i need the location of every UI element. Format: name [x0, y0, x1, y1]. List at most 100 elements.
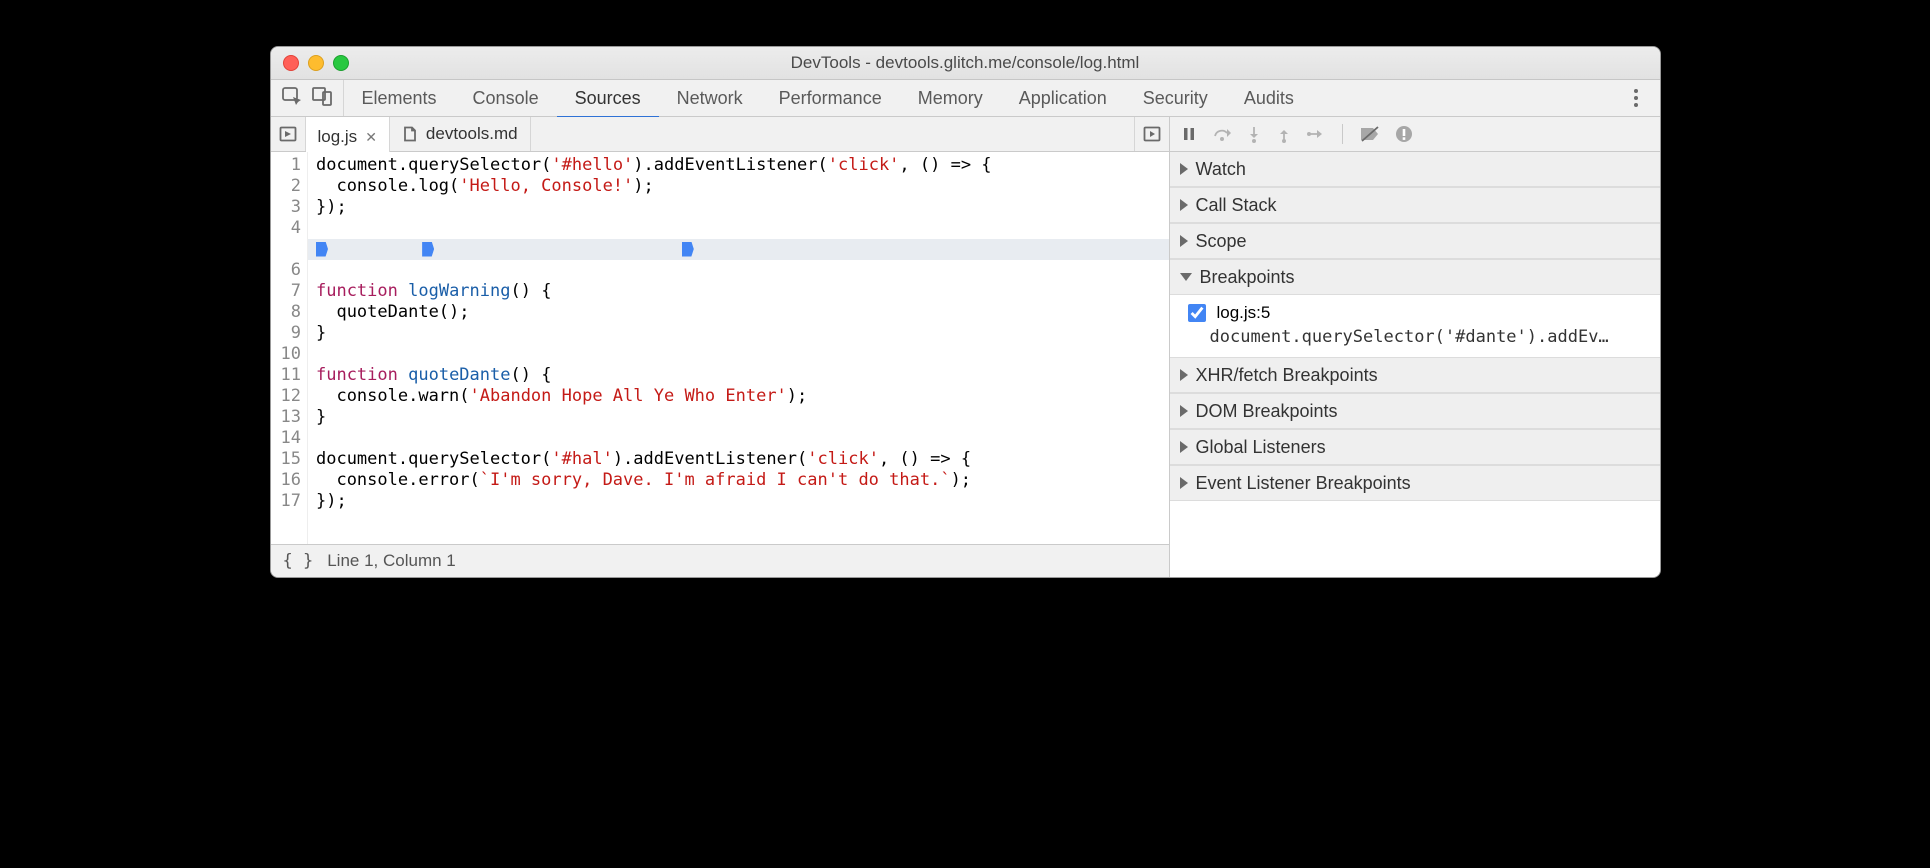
section-call-stack[interactable]: Call Stack — [1170, 187, 1660, 223]
breakpoint-snippet: document.querySelector('#dante').addEv… — [1210, 327, 1650, 347]
code-editor[interactable]: 1234567891011121314151617 document.query… — [271, 152, 1169, 544]
chevron-right-icon — [1180, 477, 1188, 489]
code-line: console.error(`I'm sorry, Dave. I'm afra… — [316, 470, 1169, 491]
pretty-print-icon[interactable]: { } — [283, 551, 314, 571]
tab-sources[interactable]: Sources — [557, 77, 659, 119]
tab-security[interactable]: Security — [1125, 80, 1226, 116]
section-label: Watch — [1196, 159, 1246, 180]
code-line: } — [316, 323, 1169, 344]
line-number[interactable]: 14 — [281, 428, 301, 449]
window-title: DevTools - devtools.glitch.me/console/lo… — [271, 53, 1660, 73]
line-number[interactable]: 4 — [281, 218, 301, 239]
code-line: document.querySelector('#hello').addEven… — [316, 155, 1169, 176]
section-xhr-fetch-breakpoints[interactable]: XHR/fetch Breakpoints — [1170, 357, 1660, 393]
tab-audits[interactable]: Audits — [1226, 80, 1312, 116]
step-icon[interactable] — [1306, 125, 1326, 143]
sources-panel: log.js✕devtools.md 123456789101112131415… — [271, 117, 1170, 577]
tab-elements[interactable]: Elements — [344, 80, 455, 116]
code-line: quoteDante(); — [316, 302, 1169, 323]
debugger-toolbar — [1170, 117, 1660, 152]
section-label: DOM Breakpoints — [1196, 401, 1338, 422]
close-icon[interactable] — [283, 55, 299, 71]
show-debugger-icon[interactable] — [1134, 117, 1169, 151]
line-number[interactable]: 12 — [281, 386, 301, 407]
chevron-right-icon — [1180, 441, 1188, 453]
section-label: Event Listener Breakpoints — [1196, 473, 1411, 494]
chevron-down-icon — [1180, 273, 1192, 281]
code-line: console.log('Hello, Console!'); — [316, 176, 1169, 197]
line-number[interactable]: 15 — [281, 449, 301, 470]
code-line: }); — [316, 491, 1169, 512]
pause-on-exceptions-icon[interactable] — [1395, 125, 1413, 143]
cursor-position: Line 1, Column 1 — [327, 551, 456, 571]
line-number[interactable]: 1 — [281, 155, 301, 176]
minimize-icon[interactable] — [308, 55, 324, 71]
section-scope[interactable]: Scope — [1170, 223, 1660, 259]
editor-status: { } Line 1, Column 1 — [271, 544, 1169, 577]
debugger-panel: Watch Call Stack Scope Breakpoints log.js:5 d… — [1170, 117, 1660, 577]
inline-breakpoint-icon[interactable] — [422, 242, 434, 257]
line-number[interactable]: 6 — [281, 260, 301, 281]
code-line — [316, 260, 1169, 281]
tab-application[interactable]: Application — [1001, 80, 1125, 116]
file-tab-devtools-md[interactable]: devtools.md — [390, 117, 531, 151]
code-line: }); — [316, 197, 1169, 218]
traffic-lights — [283, 55, 349, 71]
line-number[interactable]: 2 — [281, 176, 301, 197]
code-line: function quoteDante() { — [316, 365, 1169, 386]
section-label: Global Listeners — [1196, 437, 1326, 458]
line-number[interactable]: 10 — [281, 344, 301, 365]
code-line: function logWarning() { — [316, 281, 1169, 302]
tab-memory[interactable]: Memory — [900, 80, 1001, 116]
line-number[interactable]: 17 — [281, 491, 301, 512]
line-number[interactable]: 8 — [281, 302, 301, 323]
pause-icon[interactable] — [1180, 125, 1198, 143]
titlebar: DevTools - devtools.glitch.me/console/lo… — [271, 47, 1660, 80]
chevron-right-icon — [1180, 199, 1188, 211]
line-number[interactable]: 7 — [281, 281, 301, 302]
section-global-listeners[interactable]: Global Listeners — [1170, 429, 1660, 465]
section-label: Call Stack — [1196, 195, 1277, 216]
inspect-element-icon[interactable] — [281, 85, 303, 112]
breakpoint-title: log.js:5 — [1217, 303, 1271, 323]
close-icon[interactable]: ✕ — [365, 129, 377, 146]
section-label: Breakpoints — [1200, 267, 1295, 288]
code-line: document.querySelector('#hal').addEventL… — [316, 449, 1169, 470]
chevron-right-icon — [1180, 235, 1188, 247]
line-number[interactable]: 16 — [281, 470, 301, 491]
inline-breakpoint-icon[interactable] — [682, 242, 694, 257]
line-number[interactable]: 3 — [281, 197, 301, 218]
section-dom-breakpoints[interactable]: DOM Breakpoints — [1170, 393, 1660, 429]
section-breakpoints[interactable]: Breakpoints — [1170, 259, 1660, 295]
line-number[interactable]: 5 — [281, 239, 301, 260]
section-label: XHR/fetch Breakpoints — [1196, 365, 1378, 386]
tab-console[interactable]: Console — [455, 80, 557, 116]
code-line — [316, 428, 1169, 449]
step-out-icon[interactable] — [1276, 125, 1292, 143]
code-line: console.warn('Abandon Hope All Ye Who En… — [316, 386, 1169, 407]
tab-performance[interactable]: Performance — [761, 80, 900, 116]
open-files-bar: log.js✕devtools.md — [271, 117, 1169, 152]
section-event-listener-breakpoints[interactable]: Event Listener Breakpoints — [1170, 465, 1660, 501]
deactivate-breakpoints-icon[interactable] — [1359, 125, 1381, 143]
line-number[interactable]: 9 — [281, 323, 301, 344]
step-into-icon[interactable] — [1246, 125, 1262, 143]
chevron-right-icon — [1180, 163, 1188, 175]
maximize-icon[interactable] — [333, 55, 349, 71]
tab-network[interactable]: Network — [659, 80, 761, 116]
step-over-icon[interactable] — [1212, 125, 1232, 143]
show-navigator-icon[interactable] — [271, 117, 306, 151]
inline-breakpoint-icon[interactable] — [316, 242, 328, 257]
code-line: } — [316, 407, 1169, 428]
line-number[interactable]: 13 — [281, 407, 301, 428]
chevron-right-icon — [1180, 369, 1188, 381]
line-number[interactable]: 11 — [281, 365, 301, 386]
device-toggle-icon[interactable] — [311, 85, 333, 112]
breakpoint-item[interactable]: log.js:5 document.querySelector('#dante')… — [1170, 295, 1660, 357]
section-watch[interactable]: Watch — [1170, 152, 1660, 187]
code-line — [316, 218, 1169, 239]
file-tab-log-js[interactable]: log.js✕ — [306, 117, 390, 157]
breakpoint-checkbox[interactable] — [1188, 304, 1206, 322]
devtools-window: DevTools - devtools.glitch.me/console/lo… — [270, 46, 1661, 578]
more-options-icon[interactable] — [1626, 88, 1646, 108]
